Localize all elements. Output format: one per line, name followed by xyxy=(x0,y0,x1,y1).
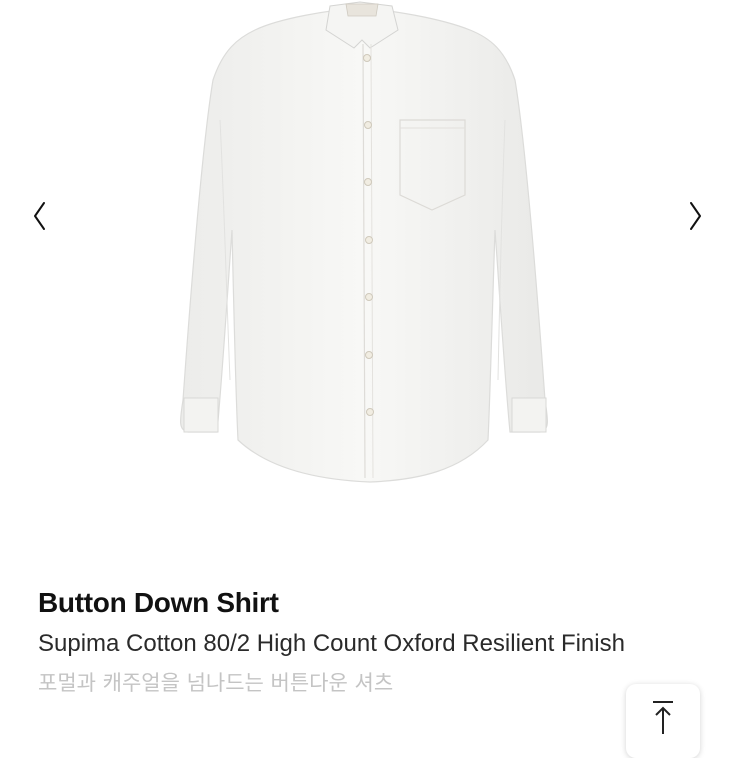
product-image xyxy=(180,1,548,483)
next-image-button[interactable] xyxy=(681,196,711,236)
chevron-left-icon xyxy=(34,202,45,230)
product-korean-description: 포멀과 캐주얼을 넘나드는 버튼다운 셔츠 xyxy=(38,671,394,695)
arrow-up-to-top-icon xyxy=(653,701,673,734)
product-description: Supima Cotton 80/2 High Count Oxford Res… xyxy=(38,630,625,657)
scroll-to-top-button[interactable] xyxy=(626,684,700,758)
product-info: Button Down Shirt Supima Cotton 80/2 Hig… xyxy=(38,584,718,700)
product-image-gallery xyxy=(0,0,733,560)
previous-image-button[interactable] xyxy=(24,196,54,236)
chevron-right-icon xyxy=(690,202,701,230)
product-title: Button Down Shirt xyxy=(38,587,279,618)
